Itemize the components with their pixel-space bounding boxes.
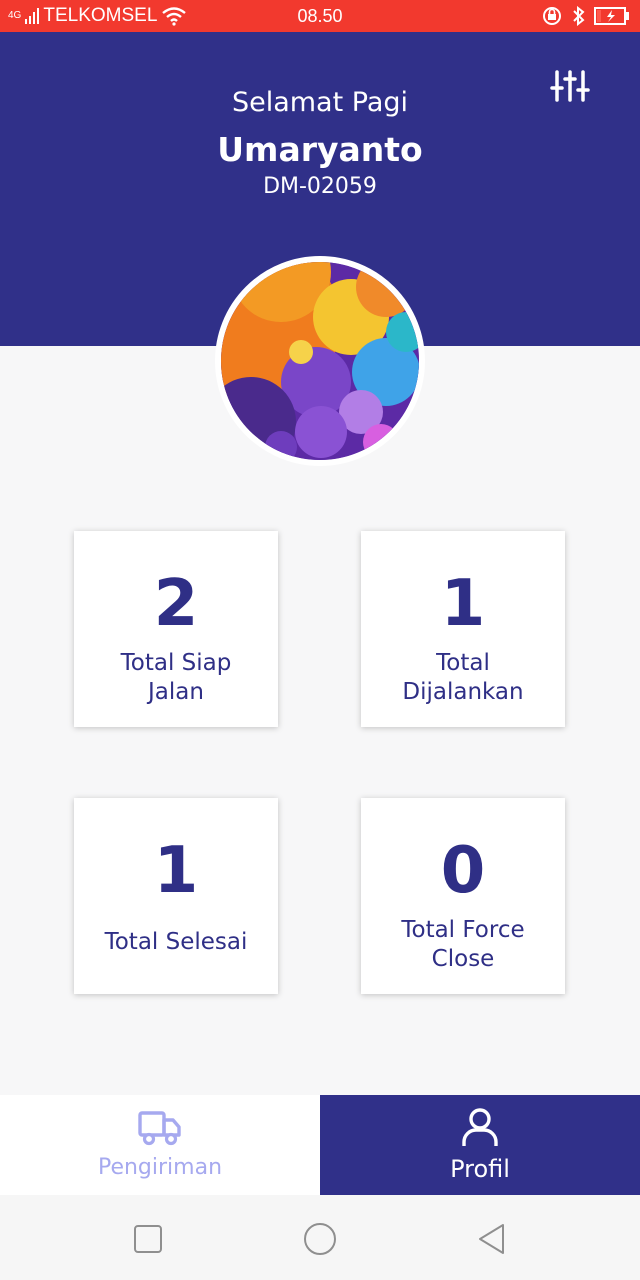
status-right bbox=[542, 6, 630, 26]
recent-apps-button[interactable] bbox=[130, 1221, 166, 1257]
status-bar: 4G TELKOMSEL 08.50 bbox=[0, 0, 640, 32]
nav-label-profil: Profil bbox=[450, 1155, 510, 1183]
back-triangle-icon bbox=[479, 1224, 504, 1254]
system-navigation-bar bbox=[0, 1195, 640, 1280]
driver-id: DM-02059 bbox=[263, 174, 377, 199]
sliders-icon bbox=[550, 70, 590, 102]
bottom-navigation: Pengiriman Profil bbox=[0, 1095, 640, 1195]
stat-card-force-close[interactable]: 0 Total Force Close bbox=[361, 798, 565, 994]
stat-card-dijalankan[interactable]: 1 Total Dijalankan bbox=[361, 531, 565, 727]
stat-label: Total Force Close bbox=[361, 916, 565, 974]
stat-label-line: Total Force bbox=[401, 917, 525, 943]
stat-label: Total Selesai bbox=[74, 928, 278, 957]
stat-value: 2 bbox=[153, 567, 199, 641]
back-button[interactable] bbox=[474, 1221, 510, 1257]
circle-icon bbox=[304, 1223, 336, 1255]
profile-avatar[interactable] bbox=[215, 256, 425, 466]
user-name: Umaryanto bbox=[217, 130, 423, 169]
stat-label-line: Total Selesai bbox=[104, 929, 248, 955]
stat-label: Total Siap Jalan bbox=[74, 649, 278, 707]
greeting-text: Selamat Pagi bbox=[231, 87, 409, 118]
stat-label: Total Dijalankan bbox=[361, 649, 565, 707]
stat-label-line: Jalan bbox=[148, 679, 204, 705]
stat-label-line: Total bbox=[436, 650, 490, 676]
filter-settings-button[interactable] bbox=[550, 68, 590, 104]
rotation-lock-icon bbox=[543, 7, 561, 25]
stat-label-line: Total Siap bbox=[120, 650, 232, 676]
stat-label-line: Dijalankan bbox=[402, 679, 524, 705]
bluetooth-icon bbox=[573, 6, 585, 26]
user-icon bbox=[462, 1108, 498, 1146]
stat-card-siap-jalan[interactable]: 2 Total Siap Jalan bbox=[74, 531, 278, 727]
truck-icon bbox=[138, 1111, 181, 1146]
avatar-image bbox=[221, 262, 419, 460]
home-button[interactable] bbox=[302, 1221, 338, 1257]
battery-icon bbox=[594, 7, 629, 25]
nav-tab-profil[interactable]: Profil bbox=[320, 1095, 640, 1195]
nav-tab-pengiriman[interactable]: Pengiriman bbox=[0, 1095, 320, 1195]
stat-value: 0 bbox=[440, 834, 486, 908]
square-icon bbox=[134, 1225, 162, 1253]
stat-value: 1 bbox=[440, 567, 486, 641]
stat-card-selesai[interactable]: 1 Total Selesai bbox=[74, 798, 278, 994]
stat-label-line: Close bbox=[431, 946, 495, 972]
stat-value: 1 bbox=[153, 834, 199, 908]
nav-label-pengiriman: Pengiriman bbox=[97, 1155, 223, 1180]
